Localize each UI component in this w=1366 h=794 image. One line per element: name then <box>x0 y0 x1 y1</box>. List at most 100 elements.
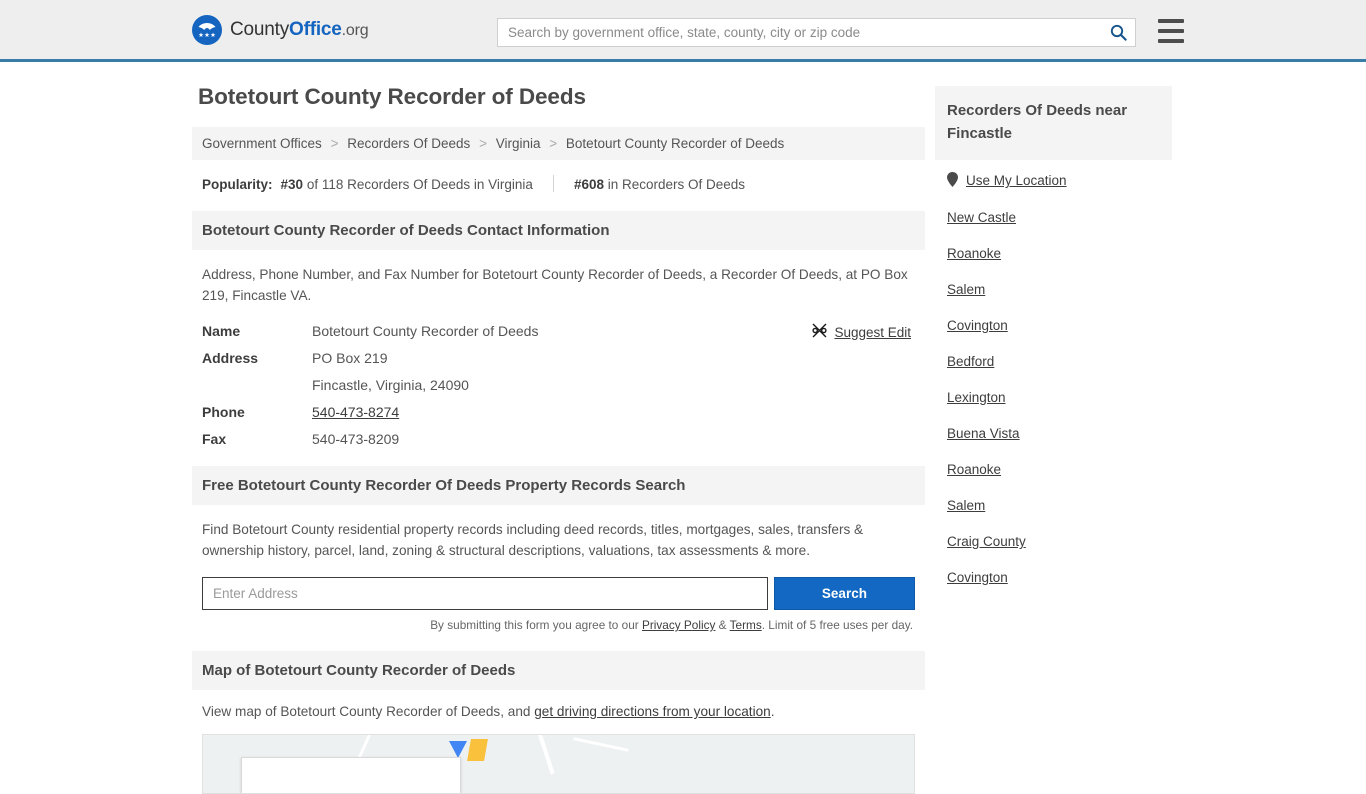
countyoffice-emblem-icon <box>192 14 222 45</box>
sidebar-link[interactable]: New Castle <box>947 210 1016 225</box>
sidebar-item-buena-vista[interactable]: Buena Vista <box>947 426 1160 441</box>
use-my-location-link[interactable]: Use My Location <box>966 173 1067 188</box>
suggest-edit-label: Suggest Edit <box>834 324 911 340</box>
address-input[interactable] <box>202 577 768 610</box>
map-widget[interactable] <box>202 734 915 794</box>
map-note-prefix: View map of Botetourt County Recorder of… <box>202 704 535 719</box>
contact-row-address: Address PO Box 219 <box>202 350 915 366</box>
contact-row-phone: Phone 540-473-8274 <box>202 404 915 420</box>
map-section-body: View map of Botetourt County Recorder of… <box>192 690 925 794</box>
contact-row-address-line2: Fincastle, Virginia, 24090 <box>202 377 915 393</box>
records-section-body: Find Botetourt County residential proper… <box>192 505 925 632</box>
search-icon[interactable] <box>1101 19 1135 46</box>
popularity-state-rank-number: #30 <box>280 177 304 192</box>
sidebar-item-roanoke-2[interactable]: Roanoke <box>947 462 1160 477</box>
breadcrumb-item-recorders-of-deeds[interactable]: Recorders Of Deeds <box>347 136 470 151</box>
popularity-overall-rank: #608 in Recorders Of Deeds <box>574 177 745 192</box>
edit-pencil-icon <box>812 323 828 341</box>
map-road <box>535 735 555 775</box>
sidebar-item-salem[interactable]: Salem <box>947 282 1160 297</box>
popularity-state-rank: #30 of 118 Recorders Of Deeds in Virgini… <box>281 177 533 192</box>
sidebar-item-roanoke[interactable]: Roanoke <box>947 246 1160 261</box>
sidebar-item-craig-county[interactable]: Craig County <box>947 534 1160 549</box>
popularity-label: Popularity: <box>202 177 273 192</box>
sidebar-heading: Recorders Of Deeds near Fincastle <box>935 86 1172 160</box>
page-title: Botetourt County Recorder of Deeds <box>198 84 586 109</box>
sidebar-item-bedford[interactable]: Bedford <box>947 354 1160 369</box>
sidebar-link[interactable]: Roanoke <box>947 246 1001 261</box>
sidebar-item-lexington[interactable]: Lexington <box>947 390 1160 405</box>
page-body: Botetourt County Recorder of Deeds Gover… <box>0 62 1366 794</box>
suggest-edit-button[interactable]: Suggest Edit <box>812 323 911 341</box>
map-note-suffix: . <box>770 704 775 719</box>
contact-key: Name <box>202 323 241 339</box>
hamburger-bar <box>1158 39 1184 43</box>
brand-prefix: County <box>230 18 290 40</box>
map-location-marker-icon <box>449 741 467 758</box>
sidebar-link[interactable]: Salem <box>947 282 985 297</box>
contact-value: 540-473-8209 <box>312 431 400 447</box>
popularity-overall-rank-number: #608 <box>573 177 604 192</box>
contact-value: Botetourt County Recorder of Deeds <box>312 323 539 339</box>
sidebar-link[interactable]: Craig County <box>947 534 1026 549</box>
property-search-button[interactable]: Search <box>773 577 915 610</box>
breadcrumb-item-government-offices[interactable]: Government Offices <box>202 136 322 151</box>
records-description: Find Botetourt County residential proper… <box>202 522 864 558</box>
map-info-card[interactable] <box>241 757 461 793</box>
popularity-state-rank-text: of 118 Recorders Of Deeds in Virginia <box>306 177 533 192</box>
contact-table: Suggest Edit Name Botetourt County Recor… <box>202 323 915 447</box>
terms-link[interactable]: Terms <box>730 618 762 632</box>
sidebar-item-covington-2[interactable]: Covington <box>947 570 1160 585</box>
privacy-policy-link[interactable]: Privacy Policy <box>642 618 715 632</box>
breadcrumb-item-current: Botetourt County Recorder of Deeds <box>565 136 785 151</box>
site-header: CountyOffice.org <box>0 0 1366 62</box>
map-note: View map of Botetourt County Recorder of… <box>202 704 915 719</box>
breadcrumb: Government Offices > Recorders Of Deeds … <box>192 127 925 160</box>
site-logo-text: CountyOffice.org <box>230 18 369 41</box>
sidebar-item-use-my-location[interactable]: Use My Location <box>947 172 1160 189</box>
property-search-form: Search <box>202 577 915 610</box>
breadcrumb-separator-icon: > <box>549 136 558 151</box>
sidebar-item-new-castle[interactable]: New Castle <box>947 210 1160 225</box>
phone-link[interactable]: 540-473-8274 <box>312 404 399 420</box>
brand-mid: Office <box>289 18 342 40</box>
map-highlight-shape <box>467 739 488 761</box>
sidebar-link[interactable]: Salem <box>947 498 985 513</box>
search-input[interactable] <box>498 19 1101 46</box>
disclaimer-suffix: . Limit of 5 free uses per day. <box>761 618 913 632</box>
breadcrumb-separator-icon: > <box>330 136 339 151</box>
contact-value: PO Box 219 <box>312 350 388 366</box>
contact-key: Phone <box>202 404 245 420</box>
disclaimer-prefix: By submitting this form you agree to our <box>430 618 642 632</box>
contact-description: Address, Phone Number, and Fax Number fo… <box>202 267 908 303</box>
main-column: Botetourt County Recorder of Deeds Gover… <box>192 62 925 794</box>
hamburger-bar <box>1158 29 1184 33</box>
records-section-heading: Free Botetourt County Recorder Of Deeds … <box>192 466 925 505</box>
hamburger-menu-icon[interactable] <box>1158 19 1184 43</box>
breadcrumb-item-virginia[interactable]: Virginia <box>496 136 541 151</box>
breadcrumb-separator-icon: > <box>479 136 487 151</box>
sidebar-link[interactable]: Covington <box>947 570 1008 585</box>
driving-directions-link[interactable]: get driving directions from your locatio… <box>534 704 771 719</box>
sidebar-link[interactable]: Covington <box>947 318 1008 333</box>
site-logo[interactable]: CountyOffice.org <box>192 14 369 45</box>
sidebar-link[interactable]: Buena Vista <box>947 426 1020 441</box>
map-pin-icon <box>947 172 958 189</box>
contact-section-heading: Botetourt County Recorder of Deeds Conta… <box>192 211 925 250</box>
map-road <box>573 737 629 752</box>
global-search[interactable] <box>497 18 1136 47</box>
hamburger-bar <box>1158 19 1184 23</box>
sidebar-link[interactable]: Lexington <box>947 390 1006 405</box>
sidebar-item-salem-2[interactable]: Salem <box>947 498 1160 513</box>
map-section-heading: Map of Botetourt County Recorder of Deed… <box>192 651 925 690</box>
sidebar-item-covington[interactable]: Covington <box>947 318 1160 333</box>
sidebar-link[interactable]: Roanoke <box>947 462 1001 477</box>
contact-value-wrap: 540-473-8274 <box>312 404 399 420</box>
sidebar-link[interactable]: Bedford <box>947 354 994 369</box>
contact-section-body: Address, Phone Number, and Fax Number fo… <box>192 250 925 447</box>
popularity-divider <box>552 175 554 192</box>
disclaimer-amp: & <box>715 618 730 632</box>
contact-row-fax: Fax 540-473-8209 <box>202 431 915 447</box>
popularity-overall-rank-text: in Recorders Of Deeds <box>607 177 746 192</box>
contact-value: Fincastle, Virginia, 24090 <box>312 377 469 393</box>
